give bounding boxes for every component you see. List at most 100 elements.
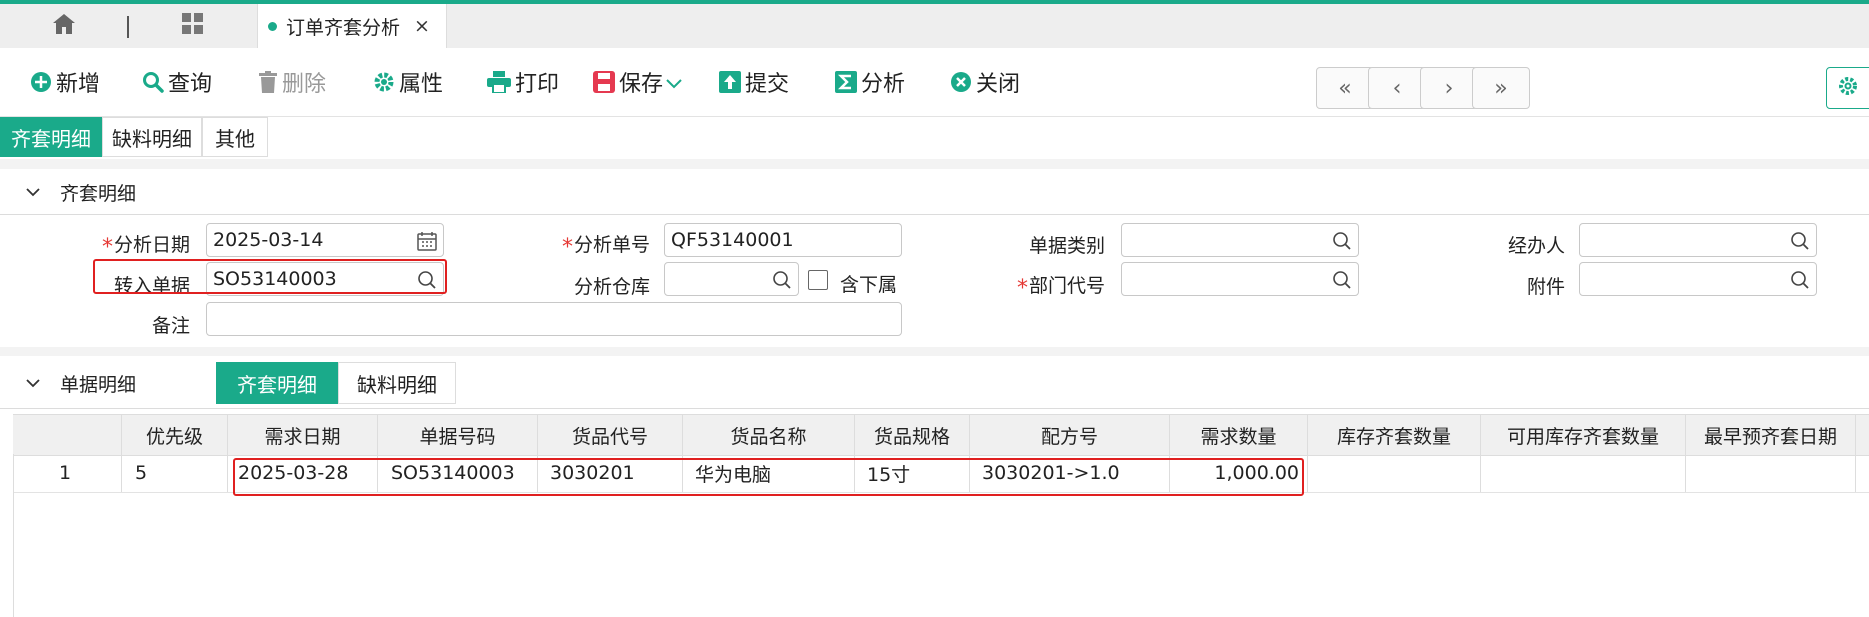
table-header-cell[interactable]: 配方号: [970, 415, 1170, 455]
delete-button-label: 删除: [282, 72, 327, 97]
double-right-icon: »: [1494, 75, 1508, 101]
table-header-cell[interactable]: 单据号码: [378, 415, 538, 455]
cell-avail-kit-qty[interactable]: [1481, 454, 1686, 492]
active-dot-icon: [268, 21, 277, 31]
analysis-wh-field[interactable]: [664, 262, 799, 296]
search-icon[interactable]: [772, 270, 792, 295]
gear-icon: [373, 71, 395, 93]
delete-button[interactable]: 删除: [258, 48, 326, 116]
table-header-cell[interactable]: 需求日期: [228, 415, 378, 455]
table-left-border: [13, 454, 14, 617]
search-icon[interactable]: [1332, 231, 1352, 256]
print-button[interactable]: 打印: [487, 48, 559, 116]
doc-type-field[interactable]: [1121, 223, 1359, 257]
table-header-cell[interactable]: 货品代号: [538, 415, 683, 455]
table-header-cell[interactable]: 最早预齐套日期: [1686, 415, 1856, 455]
table-header-cell[interactable]: 库存齐套数量: [1308, 415, 1481, 455]
section-kit-detail-header[interactable]: 齐套明细: [0, 170, 1869, 214]
include-sub-checkbox[interactable]: [808, 270, 828, 290]
section-divider: [0, 214, 1869, 215]
new-button[interactable]: 新增: [30, 48, 100, 116]
close-button[interactable]: 关闭: [950, 48, 1020, 116]
analysis-date-value: 2025-03-14: [213, 229, 324, 251]
divider-strip: [0, 159, 1869, 169]
next-record-button[interactable]: ›: [1420, 67, 1478, 109]
required-mark: *: [1016, 276, 1028, 301]
table-header-cell[interactable]: 货品规格: [855, 415, 970, 455]
settings-button[interactable]: [1826, 67, 1869, 109]
analysis-no-label: *分析单号: [561, 234, 650, 260]
analysis-date-field[interactable]: 2025-03-14: [206, 223, 444, 257]
dept-code-label: *部门代号: [1016, 275, 1105, 301]
submit-button-label: 提交: [745, 72, 790, 97]
doc-type-label: 单据类别: [1028, 235, 1105, 257]
subtab-shortage-detail[interactable]: 缺料明细: [102, 117, 202, 157]
search-icon[interactable]: [1332, 270, 1352, 295]
table-header-cell[interactable]: 可用库存齐套数量: [1481, 415, 1686, 455]
handler-label: 经办人: [1507, 235, 1565, 257]
calendar-icon[interactable]: [417, 231, 437, 256]
table-header-cell[interactable]: 需求数量: [1170, 415, 1308, 455]
highlight-box-transfer-doc: [93, 259, 447, 294]
save-dropdown[interactable]: [666, 48, 682, 116]
settings-gear-icon: [1837, 75, 1859, 102]
include-sub-label: 含下属: [840, 274, 898, 296]
analysis-no-field[interactable]: QF53140001: [664, 223, 902, 257]
collapse-chevron-icon[interactable]: [26, 187, 40, 197]
tab-order-kit-analysis[interactable]: 订单齐套分析 ×: [257, 4, 447, 48]
new-button-label: 新增: [56, 72, 101, 97]
handler-field[interactable]: [1579, 223, 1817, 257]
close-button-label: 关闭: [976, 72, 1021, 97]
cell-earliest-date[interactable]: [1686, 454, 1856, 492]
search-icon[interactable]: [1790, 231, 1810, 256]
cell-stock-kit-qty[interactable]: [1308, 454, 1481, 492]
chevron-left-icon: ‹: [1392, 75, 1402, 101]
save-icon: [593, 71, 615, 93]
search-icon: [142, 71, 164, 93]
prev-record-button[interactable]: ‹: [1368, 67, 1426, 109]
required-mark: *: [101, 235, 113, 260]
highlight-box-row: [233, 458, 1304, 496]
subtab-other[interactable]: 其他: [202, 117, 268, 157]
analyze-button-label: 分析: [861, 72, 906, 97]
remark-label: 备注: [151, 315, 190, 337]
cell-priority[interactable]: 5: [122, 454, 228, 492]
required-mark: *: [561, 235, 573, 260]
trash-icon: [258, 71, 278, 93]
tab-apps[interactable]: [130, 4, 256, 48]
tab-close-icon[interactable]: ×: [414, 15, 430, 37]
analysis-date-label: *分析日期: [101, 234, 190, 260]
detail-tab-shortage[interactable]: 缺料明细: [338, 362, 456, 404]
last-record-button[interactable]: »: [1472, 67, 1530, 109]
home-icon: [52, 13, 76, 40]
properties-button[interactable]: 属性: [373, 48, 443, 116]
tab-home[interactable]: [0, 4, 128, 48]
collapse-chevron-icon[interactable]: [26, 378, 40, 388]
detail-tab-kit[interactable]: 齐套明细: [216, 362, 338, 404]
save-button[interactable]: 保存: [593, 48, 663, 116]
table-header-cell[interactable]: 货品名称: [683, 415, 855, 455]
submit-button[interactable]: 提交: [719, 48, 789, 116]
attachment-label: 附件: [1526, 276, 1565, 298]
subtab-kit-detail[interactable]: 齐套明细: [0, 117, 102, 157]
detail-tabs: 齐套明细 缺料明细: [216, 362, 456, 404]
row-index: 1: [13, 454, 122, 492]
sub-tabs: 齐套明细 缺料明细 其他: [0, 117, 268, 159]
dept-code-field[interactable]: [1121, 262, 1359, 296]
first-record-button[interactable]: «: [1316, 67, 1374, 109]
tab-label: 订单齐套分析: [286, 16, 401, 39]
section-divider: [0, 408, 1869, 409]
table-header-cell[interactable]: 优先级: [122, 415, 228, 455]
section-title: 齐套明细: [60, 182, 137, 205]
tab-bar: 订单齐套分析 ×: [0, 4, 1869, 48]
search-icon[interactable]: [1790, 270, 1810, 295]
analyze-button[interactable]: 分析: [835, 48, 905, 116]
attachment-field[interactable]: [1579, 262, 1817, 296]
query-button[interactable]: 查询: [142, 48, 212, 116]
remark-field[interactable]: [206, 302, 902, 336]
plus-circle-icon: [30, 71, 52, 93]
tab-separator: [127, 16, 129, 38]
chevron-down-icon: [666, 70, 682, 95]
analysis-no-value: QF53140001: [671, 229, 794, 251]
table-header-row: 优先级 需求日期 单据号码 货品代号 货品名称 货品规格 配方号 需求数量 库存…: [13, 414, 1869, 456]
